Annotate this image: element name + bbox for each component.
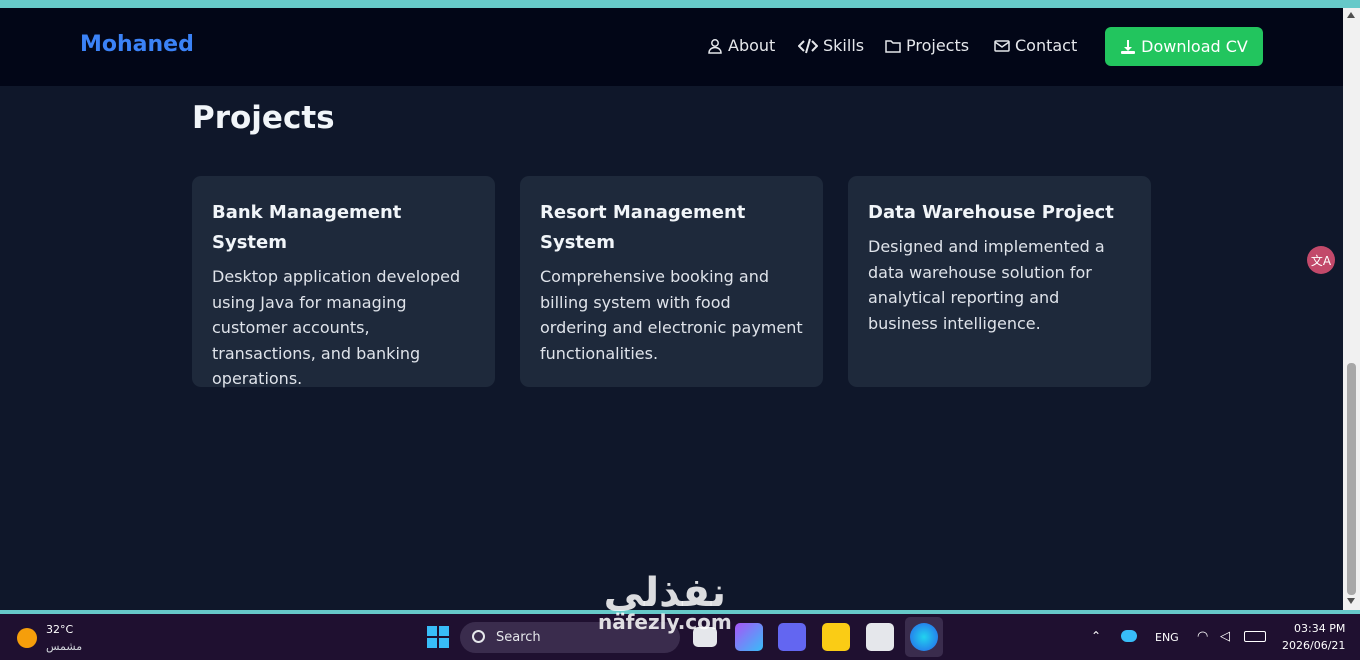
project-description: Desktop application developed using Java… [212,267,461,388]
nav-link-skills[interactable]: Skills [798,36,864,55]
weather-temperature[interactable]: 32°C [46,623,73,636]
volume-icon[interactable]: ◁ [1220,629,1230,644]
project-card: Resort Management System Comprehensive b… [520,176,823,387]
scroll-down-icon[interactable] [1347,598,1355,604]
folder-icon [885,39,901,53]
section-title: Projects [192,100,335,136]
project-title: Data Warehouse Project [868,202,1114,223]
store-icon[interactable] [866,623,894,651]
clock-date[interactable]: 2026/06/21 [1282,639,1345,652]
nav-link-about[interactable]: About [707,36,775,55]
download-cv-label: Download CV [1141,37,1248,56]
browser-viewport: Mohaned About Skills Projects Contact Do… [0,8,1360,610]
project-description: Designed and implemented a data warehous… [868,237,1105,333]
nav-link-label: Skills [823,36,865,55]
watermark: نفذلي nafezly.com [598,570,732,632]
sun-icon[interactable] [17,628,37,648]
search-label: Search [496,630,541,645]
brand-logo[interactable]: Mohaned [80,32,194,57]
search-icon [472,630,485,643]
onedrive-icon[interactable] [1121,630,1137,642]
project-card: Data Warehouse Project Designed and impl… [848,176,1151,387]
teams-icon[interactable] [778,623,806,651]
project-description: Comprehensive booking and billing system… [540,267,803,363]
language-indicator[interactable]: ENG [1155,631,1179,644]
translate-icon[interactable]: 文A [1307,246,1335,274]
project-title: Resort Management System [540,202,746,253]
envelope-icon [994,39,1010,52]
site-navbar: Mohaned About Skills Projects Contact Do… [0,8,1343,86]
battery-icon[interactable] [1244,631,1266,642]
windows-start-icon[interactable] [424,623,452,651]
nav-link-label: Projects [906,36,970,55]
scroll-thumb[interactable] [1347,363,1356,595]
wifi-icon[interactable]: ◠ [1197,629,1208,644]
scroll-up-icon[interactable] [1347,12,1355,18]
file-explorer-icon[interactable] [822,623,850,651]
code-icon [798,38,818,53]
weather-description[interactable]: مشمس [46,640,82,653]
download-cv-button[interactable]: Download CV [1105,27,1263,66]
user-icon [708,38,722,54]
project-title: Bank Management System [212,202,402,253]
watermark-latin: nafezly.com [598,610,732,634]
clock-time[interactable]: 03:34 PM [1294,622,1345,635]
project-card: Bank Management System Desktop applicati… [192,176,495,388]
download-icon [1121,39,1136,54]
nav-link-projects[interactable]: Projects [885,36,969,55]
vertical-scrollbar[interactable] [1343,8,1360,610]
nav-link-contact[interactable]: Contact [994,36,1077,55]
nav-link-label: Contact [1015,36,1078,55]
chevron-up-icon[interactable]: ⌃ [1091,629,1101,643]
copilot-icon[interactable] [735,623,763,651]
edge-browser-icon[interactable] [910,623,938,651]
nav-link-label: About [728,36,776,55]
